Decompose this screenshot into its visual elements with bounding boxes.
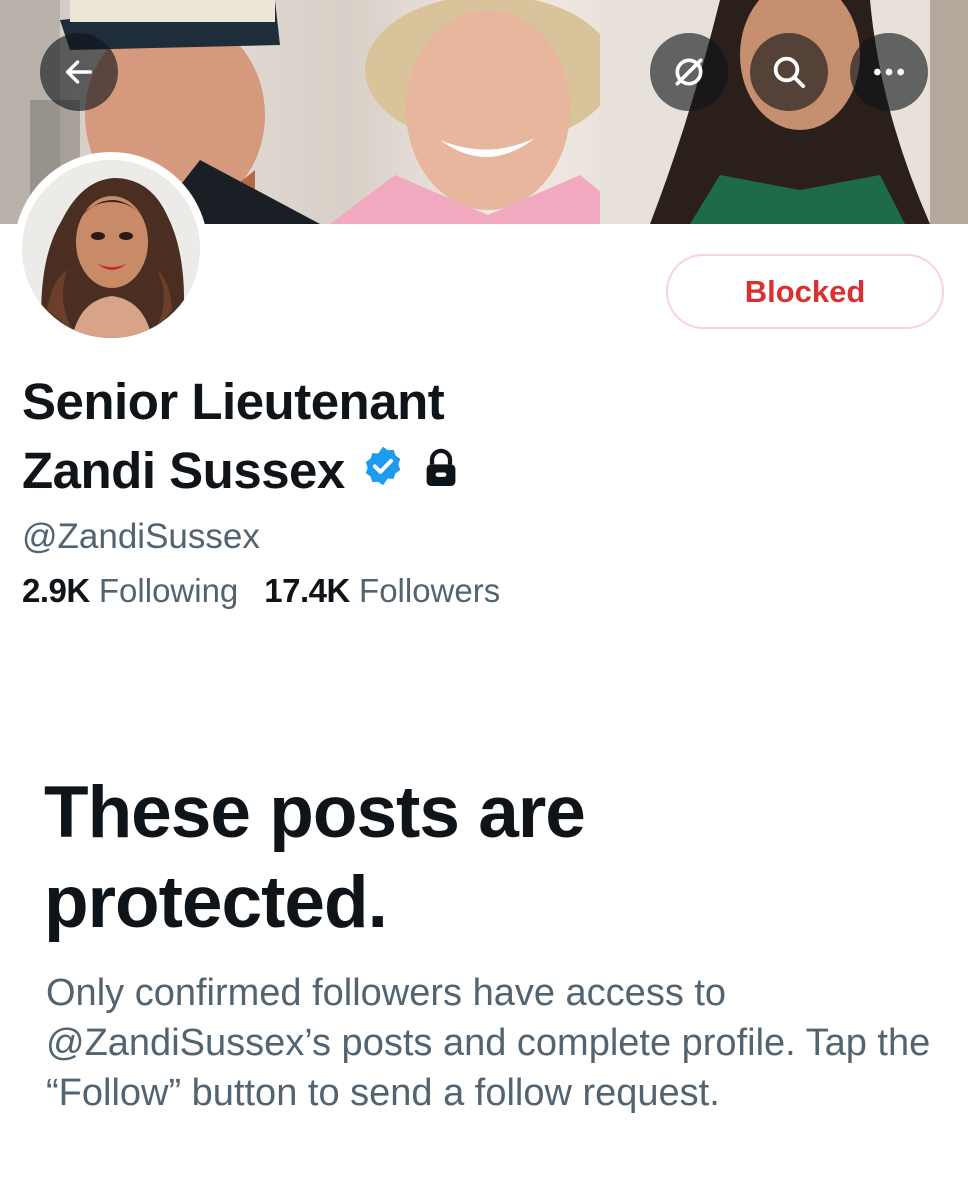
avatar-image [22,160,200,338]
following-count: 2.9K [22,572,90,609]
back-button[interactable] [40,33,118,111]
protected-posts-description: Only confirmed followers have access to … [46,972,931,1114]
protected-posts-title: These posts are protected. [44,772,586,943]
following-link[interactable]: 2.9K Following [22,572,238,609]
followers-count: 17.4K [264,572,350,609]
display-name-line-2: Zandi Sussex [22,441,459,501]
avatar[interactable] [14,152,208,346]
more-button[interactable] [850,33,928,111]
following-label: Following [98,572,239,609]
arrow-left-icon [65,60,93,84]
display-name-line-1: Senior Lieutenant [22,373,445,430]
follow-stats: 2.9K Following 17.4K Followers [22,572,500,610]
followers-label: Followers [359,572,501,609]
lock-icon [423,441,459,501]
display-name-text: Zandi Sussex [22,442,345,499]
followers-link[interactable]: 17.4K Followers [264,572,500,609]
search-button[interactable] [750,33,828,111]
verified-badge-icon[interactable] [361,441,405,501]
grok-button[interactable] [650,33,728,111]
grok-icon [675,58,703,86]
username-handle: @ZandiSussex [22,517,260,556]
search-icon [773,56,806,89]
more-horizontal-icon [874,68,904,76]
blocked-button[interactable]: Blocked [666,254,944,329]
